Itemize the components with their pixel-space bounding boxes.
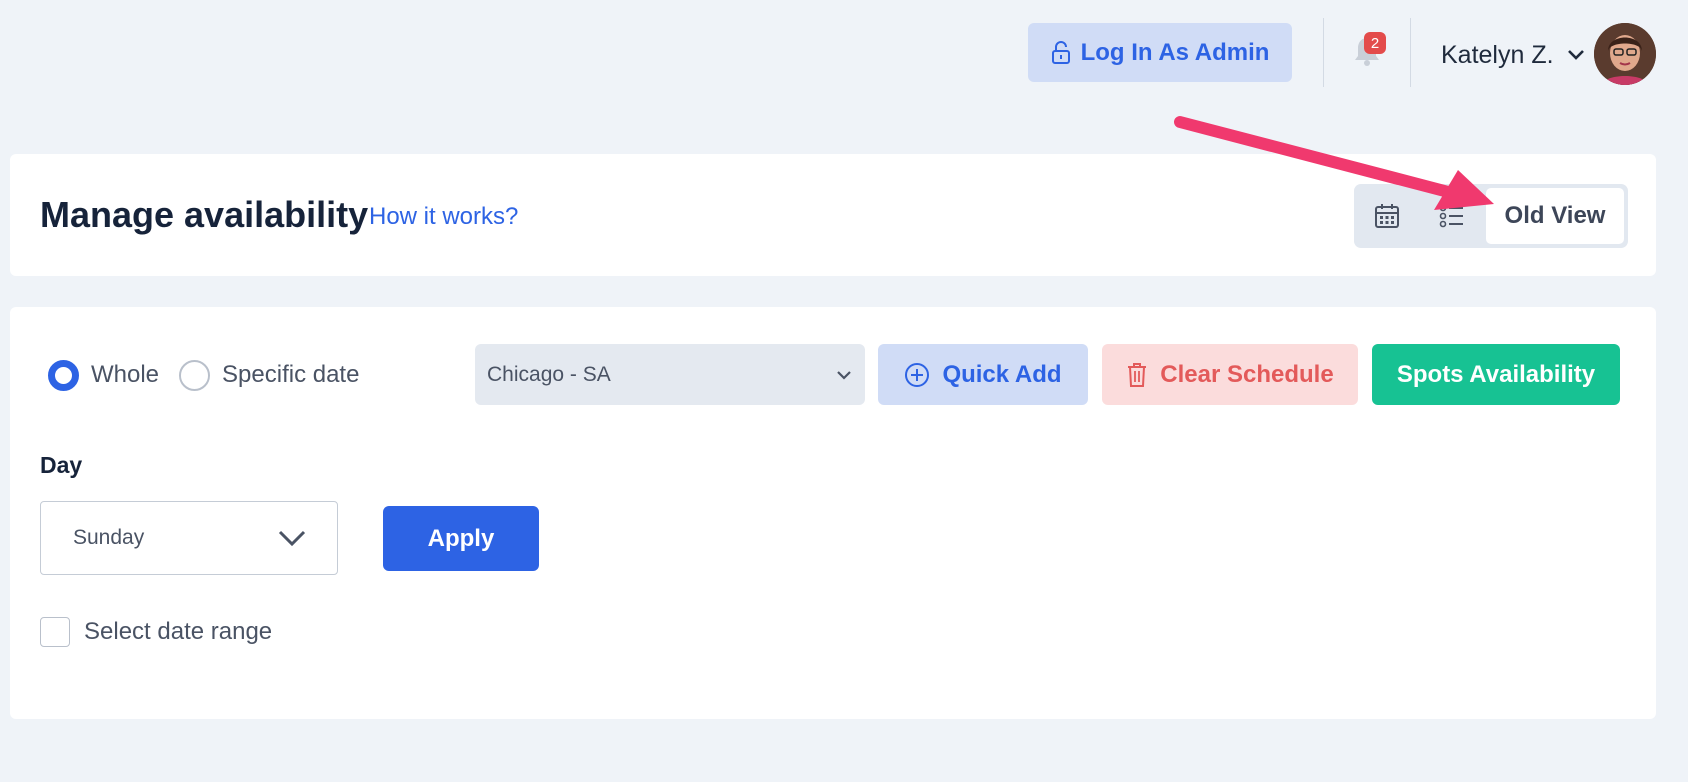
old-view-button[interactable]: Old View [1486,188,1624,244]
scope-radio-group: Whole Specific date [48,358,379,392]
day-select[interactable]: Sunday [40,501,338,575]
radio-specific-date-label: Specific date [222,361,360,388]
log-in-as-admin-label: Log In As Admin [1080,38,1270,66]
trash-icon [1128,362,1147,387]
quick-add-label: Quick Add [942,360,1062,388]
radio-specific-date[interactable] [179,359,211,391]
how-it-works-link[interactable]: How it works? [369,203,518,231]
page-header: Manage availability How it works? Old Vi… [10,154,1656,276]
date-range-checkbox[interactable] [40,617,70,647]
user-menu[interactable]: Katelyn Z. [1441,36,1586,74]
date-range-label: Select date range [84,618,273,645]
list-icon [1439,204,1463,228]
date-range-option: Select date range [40,617,272,647]
day-select-value: Sunday [73,526,145,549]
chevron-down-icon [1567,50,1584,60]
calendar-icon [1375,204,1399,228]
log-in-as-admin-button[interactable]: Log In As Admin [1028,23,1292,82]
spots-availability-button[interactable]: Spots Availability [1372,344,1620,405]
radio-whole-label: Whole [91,361,160,388]
location-select[interactable]: Chicago - SA [475,344,865,405]
list-view-button[interactable] [1420,184,1484,248]
page-title: Manage availability [40,194,369,235]
divider [1323,18,1324,87]
day-label: Day [40,452,83,478]
radio-whole[interactable] [48,359,79,391]
apply-button[interactable]: Apply [383,506,539,571]
view-toggle: Old View [1354,184,1628,248]
divider [1410,18,1411,87]
availability-panel: Whole Specific date Chicago - SA Quick A… [10,307,1656,719]
clear-schedule-label: Clear Schedule [1160,360,1334,388]
unlock-icon [1051,40,1070,64]
avatar-image [1594,23,1656,85]
avatar[interactable] [1594,23,1656,85]
clear-schedule-button[interactable]: Clear Schedule [1102,344,1358,405]
notification-badge: 2 [1364,32,1386,54]
chevron-down-icon [278,530,306,547]
quick-add-button[interactable]: Quick Add [878,344,1088,405]
plus-circle-icon [905,362,930,387]
top-bar: Log In As Admin 2 Katelyn Z. [0,0,1688,104]
location-select-value: Chicago - SA [487,362,611,386]
chevron-down-icon [837,370,851,380]
user-name: Katelyn Z. [1441,40,1554,69]
calendar-view-button[interactable] [1354,184,1420,248]
